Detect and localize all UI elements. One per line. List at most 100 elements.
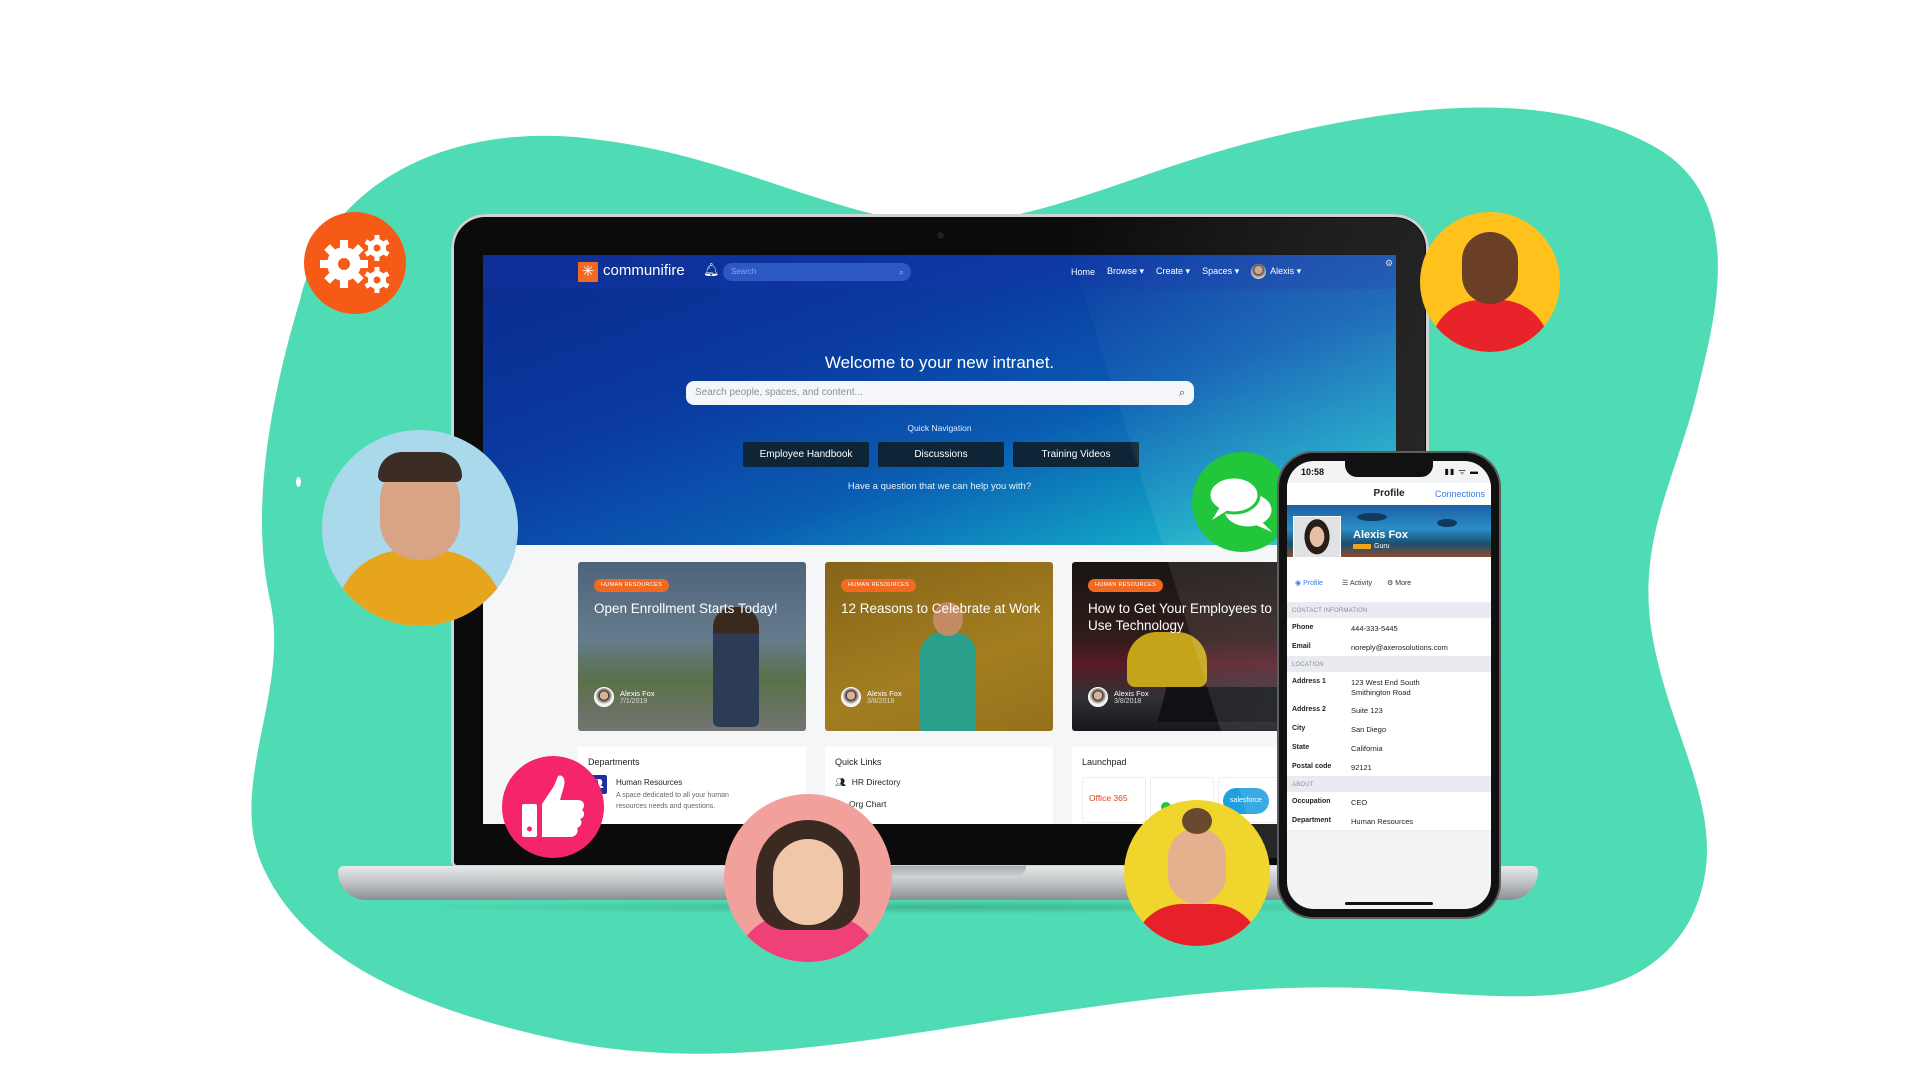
phone-notch xyxy=(1345,461,1433,477)
category-badge[interactable]: HUMAN RESOURCES xyxy=(594,579,670,592)
row-value[interactable]: 444-333-5445 xyxy=(1351,624,1398,634)
gear-icon[interactable]: ⚙ xyxy=(1385,258,1393,269)
user-menu[interactable]: Alexis ▾ xyxy=(1251,264,1301,279)
profile-name: Alexis Fox xyxy=(1353,529,1409,541)
card-photo-person xyxy=(713,607,759,727)
nav-search-input[interactable]: Search ⌕ xyxy=(723,263,911,281)
row-label: Phone xyxy=(1292,624,1314,631)
training-videos-button[interactable]: Training Videos xyxy=(1013,442,1139,467)
chat-bubbles-icon xyxy=(1207,475,1275,532)
launchpad-tile-office365[interactable]: Office 365 xyxy=(1082,777,1146,823)
post-date: 3/8/2018 xyxy=(867,698,895,705)
profile-tabs: ◉ Profile ☰ Activity ⚙ More xyxy=(1287,557,1491,602)
hero-search-input[interactable]: Search people, spaces, and content... ⌕ xyxy=(686,381,1194,405)
tab-label: Profile xyxy=(1303,580,1323,587)
avatar-hair-bun xyxy=(1182,808,1212,834)
profile-row-address1: Address 1 123 West End South Smithington … xyxy=(1287,672,1491,701)
discussions-button[interactable]: Discussions xyxy=(878,442,1004,467)
profile-row-postal-code: Postal code 92121 xyxy=(1287,757,1491,777)
hero-search-placeholder: Search people, spaces, and content... xyxy=(695,387,863,398)
author-name: Alexis Fox xyxy=(867,689,902,698)
profile-row-state: State California xyxy=(1287,738,1491,758)
tab-profile[interactable]: ◉ Profile xyxy=(1295,579,1323,587)
quick-navigation-label: Quick Navigation xyxy=(907,423,972,433)
search-icon[interactable]: ⌕ xyxy=(1179,381,1185,405)
card-author: Alexis Fox 3/8/2018 xyxy=(1088,687,1149,707)
card-photo-laptop xyxy=(1157,687,1287,722)
bell-icon[interactable]: 🔔︎ xyxy=(703,262,720,278)
tab-label: More xyxy=(1395,580,1412,587)
avatar-shirt xyxy=(1430,300,1550,352)
post-date: 7/1/2019 xyxy=(620,698,648,705)
profile-rank: Guru xyxy=(1353,543,1390,550)
list-icon: ☰ xyxy=(1342,580,1349,587)
profile-header: Profile Connections xyxy=(1287,483,1491,505)
row-value: Suite 123 xyxy=(1351,706,1383,715)
nav-browse[interactable]: Browse ▾ xyxy=(1107,266,1144,277)
avatar-hair xyxy=(378,452,462,482)
profile-row-city: City San Diego xyxy=(1287,719,1491,739)
author-name: Alexis Fox xyxy=(1114,689,1149,698)
profile-row-email: Email noreply@axerosolutions.com xyxy=(1287,637,1491,657)
avatar-man-red xyxy=(1420,212,1560,352)
category-badge[interactable]: HUMAN RESOURCES xyxy=(841,579,917,592)
phone-device: 10:58 ▮▮ ᯤ ▬ Profile Connections Alexis … xyxy=(1279,453,1499,917)
nav-home[interactable]: Home xyxy=(1071,267,1095,277)
row-value: 92121 xyxy=(1351,763,1372,772)
card-photo-person xyxy=(920,632,976,731)
article-card[interactable]: HUMAN RESOURCES How to Get Your Employee… xyxy=(1072,562,1300,731)
row-value[interactable]: noreply@axerosolutions.com xyxy=(1351,643,1448,653)
card-title[interactable]: 12 Reasons to Celebrate at Work xyxy=(841,600,1046,617)
row-value: CEO xyxy=(1351,798,1368,807)
avatar-shirt xyxy=(335,550,505,626)
row-value: San Diego xyxy=(1351,725,1387,734)
row-label: City xyxy=(1292,725,1306,732)
gear-icon: ⚙ xyxy=(1387,580,1394,587)
category-badge[interactable]: HUMAN RESOURCES xyxy=(1088,579,1164,592)
post-date: 3/8/2018 xyxy=(1114,698,1142,705)
home-indicator[interactable] xyxy=(1345,902,1433,905)
rank-bar xyxy=(1353,543,1371,549)
laptop-camera xyxy=(937,232,944,239)
connections-link[interactable]: Connections xyxy=(1435,489,1485,499)
article-card[interactable]: HUMAN RESOURCES Open Enrollment Starts T… xyxy=(578,562,806,731)
gears-icon xyxy=(320,235,390,293)
author-name: Alexis Fox xyxy=(620,689,655,698)
employee-handbook-button[interactable]: Employee Handbook xyxy=(743,442,869,467)
chat-badge xyxy=(1192,452,1292,552)
row-label: Department xyxy=(1292,817,1331,824)
nav-spaces[interactable]: Spaces ▾ xyxy=(1202,266,1239,277)
card-author: Alexis Fox 7/1/2019 xyxy=(594,687,655,707)
brand-name[interactable]: communifire xyxy=(603,262,685,279)
avatar-face xyxy=(1462,232,1518,304)
quick-link-hr-directory[interactable]: 👥︎ HR Directory xyxy=(835,777,900,788)
tab-activity[interactable]: ☰ Activity xyxy=(1342,579,1372,587)
user-circle-icon: ◉ xyxy=(1295,580,1302,587)
section-about: ABOUT xyxy=(1287,776,1491,792)
profile-row-department: Department Human Resources xyxy=(1287,811,1491,831)
avatar xyxy=(1251,264,1267,279)
users-icon: 👥︎ xyxy=(835,777,846,787)
row-value: Human Resources xyxy=(1351,817,1414,826)
profile-row-occupation: Occupation CEO xyxy=(1287,792,1491,812)
sunburst-icon[interactable]: ✳ xyxy=(578,262,598,282)
like-badge xyxy=(502,756,604,858)
card-title[interactable]: How to Get Your Employees to Use Technol… xyxy=(1088,600,1293,634)
card-author: Alexis Fox 3/8/2018 xyxy=(841,687,902,707)
tab-more[interactable]: ⚙ More xyxy=(1387,579,1411,587)
nav-search-placeholder: Search xyxy=(731,267,757,276)
nav-create[interactable]: Create ▾ xyxy=(1156,266,1190,277)
top-navigation: ✳ communifire 🔔︎ Search ⌕ Home Browse ▾ … xyxy=(483,255,1396,289)
card-title[interactable]: Open Enrollment Starts Today! xyxy=(594,600,799,617)
department-name[interactable]: Human Resources xyxy=(616,778,682,787)
profile-row-phone: Phone 444-333-5445 xyxy=(1287,618,1491,638)
quick-links-title: Quick Links xyxy=(835,757,882,767)
office365-logo: Office 365 xyxy=(1089,793,1128,803)
row-label: Address 1 xyxy=(1292,678,1326,685)
row-value: 123 West End South Smithington Road xyxy=(1351,678,1420,697)
card-photo-person xyxy=(1127,632,1207,687)
article-card[interactable]: HUMAN RESOURCES 12 Reasons to Celebrate … xyxy=(825,562,1053,731)
row-label: Address 2 xyxy=(1292,706,1326,713)
search-icon[interactable]: ⌕ xyxy=(899,263,904,281)
department-description: A space dedicated to all your human reso… xyxy=(616,792,729,810)
